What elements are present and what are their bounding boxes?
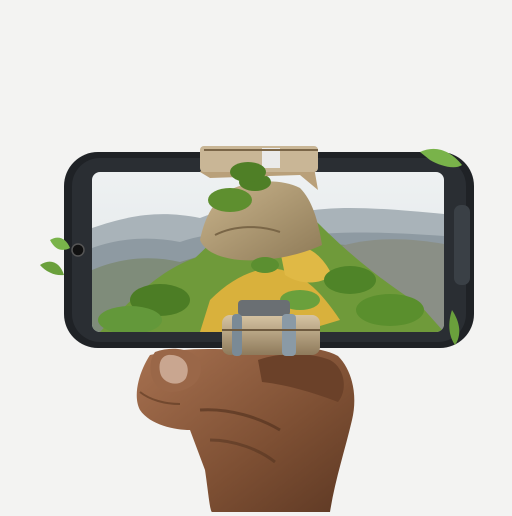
camera-lens-icon (71, 243, 85, 257)
scene (0, 0, 512, 512)
illustration (0, 0, 512, 512)
phone-side-button-icon (454, 205, 470, 285)
